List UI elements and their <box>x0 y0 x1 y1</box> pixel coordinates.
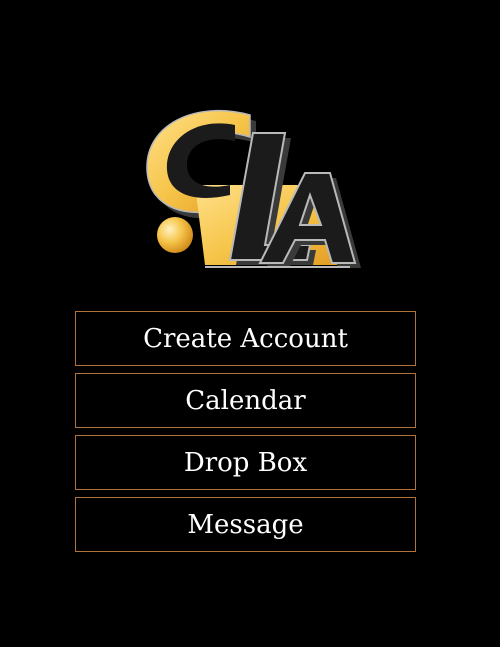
message-label: Message <box>187 509 304 540</box>
message-button[interactable]: Message <box>75 497 416 552</box>
drop-box-button[interactable]: Drop Box <box>75 435 416 490</box>
create-account-label: Create Account <box>143 323 348 354</box>
drop-box-label: Drop Box <box>183 447 308 478</box>
main-menu: Create Account Calendar Drop Box Message <box>75 311 416 559</box>
create-account-button[interactable]: Create Account <box>75 311 416 366</box>
gla-logo <box>135 95 365 275</box>
calendar-button[interactable]: Calendar <box>75 373 416 428</box>
app-screen: Create Account Calendar Drop Box Message <box>0 0 500 647</box>
gla-logo-graphic <box>146 110 361 268</box>
calendar-label: Calendar <box>185 385 306 416</box>
